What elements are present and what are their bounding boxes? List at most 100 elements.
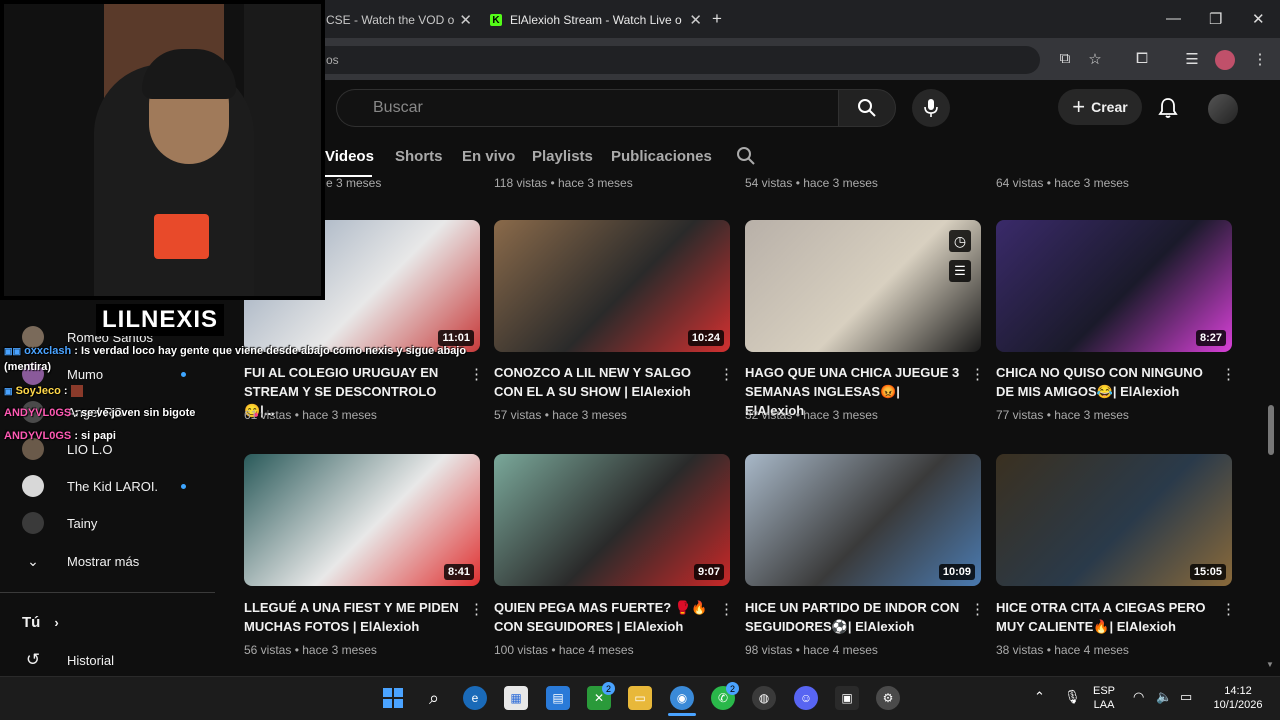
add-to-queue-icon[interactable]: ☰ [949,260,971,282]
more-options-icon[interactable]: ⋮ [469,600,484,618]
video-thumbnail[interactable]: 9:07 [494,454,730,586]
search-button[interactable] [838,89,896,127]
history-button[interactable]: ↺ Historial [22,645,114,675]
discord-icon[interactable]: ☺ [794,686,818,710]
close-icon[interactable]: ✕ [459,11,472,29]
video-thumbnail[interactable]: 15:05 [996,454,1232,586]
sidebar-channel-tainy[interactable]: Tainy [22,508,97,538]
tab-videos[interactable]: Videos [325,148,374,165]
more-options-icon[interactable]: ⋮ [970,600,985,618]
settings-icon[interactable]: ⚙ [876,686,900,710]
video-title[interactable]: QUIEN PEGA MAS FUERTE? 🥊🔥 CON SEGUIDORES… [494,598,710,636]
chat-username: ANDYVL0GS [4,407,72,419]
clock[interactable]: 14:12 10/1/2026 [1208,684,1268,712]
video-thumbnail[interactable]: ◷ ☰ [745,220,981,352]
badge-icon: ▣ [4,386,13,396]
profile-avatar[interactable] [1215,50,1235,70]
battery-icon[interactable]: ▭ [1180,690,1192,704]
notes-icon[interactable]: ▤ [546,686,570,710]
chat-text: : Is verdad loco hay gente que viene des… [4,345,467,373]
video-meta: 61 vistas • hace 3 meses [244,408,377,422]
new-tab-button[interactable]: + [712,9,722,29]
more-options-icon[interactable]: ⋮ [1221,365,1236,383]
duration-badge: 8:27 [1195,330,1226,346]
voice-search-button[interactable] [912,89,950,127]
mic-tray-icon[interactable]: 🎙 [1064,690,1081,704]
chat-username: oxxclash [24,345,72,357]
show-more-label: Mostrar más [67,553,140,569]
install-app-icon[interactable]: ⧉ [1055,50,1075,70]
layout-text: LAA [1093,699,1115,711]
star-icon[interactable]: ☆ [1085,50,1105,70]
notifications-bell-icon[interactable] [1156,96,1180,125]
chat-message: ANDYVL0GS : se ve joven sin bigote [4,405,195,421]
chrome-icon[interactable]: ◉ [670,686,694,710]
more-options-icon[interactable]: ⋮ [719,600,734,618]
duration-badge: 9:07 [693,564,724,580]
video-thumbnail[interactable]: 10:09 [745,454,981,586]
more-options-icon[interactable]: ⋮ [719,365,734,383]
video-thumbnail[interactable]: 10:24 [494,220,730,352]
more-options-icon[interactable]: ⋮ [970,365,985,383]
wifi-icon[interactable]: ◠ [1133,690,1144,704]
tab-cse-vod[interactable]: CSE - Watch the VOD o ✕ [326,6,472,34]
close-icon[interactable]: ✕ [689,11,702,29]
chat-username: SoyJeco [15,385,61,397]
channel-search-icon[interactable] [736,146,756,171]
menu-icon[interactable]: ⋮ [1250,50,1270,70]
language-indicator[interactable]: ESP LAA [1093,684,1115,712]
app-icon[interactable]: ◍ [752,686,776,710]
tab-publicaciones[interactable]: Publicaciones [611,148,712,165]
tray-chevron-up-icon[interactable]: ⌃ [1034,690,1045,704]
create-button[interactable]: + Crear [1058,89,1142,125]
video-title[interactable]: HICE OTRA CITA A CIEGAS PERO MUY CALIENT… [996,598,1212,636]
video-thumbnail[interactable]: 8:27 [996,220,1232,352]
kick-logo-icon: K [490,14,502,26]
media-control-icon[interactable]: ☰ [1182,50,1202,70]
channel-name: Tainy [67,515,98,531]
tab-elalexioh-stream[interactable]: K ElAlexioh Stream - Watch Live o ✕ [490,6,702,34]
page-scrollbar[interactable] [1268,405,1274,455]
edge-icon[interactable]: e [463,686,487,710]
webcam-feed [0,0,325,300]
tab-playlists[interactable]: Playlists [532,148,593,165]
scroll-down-arrow-icon[interactable]: ▼ [1266,660,1274,669]
video-title[interactable]: LLEGUÉ A UNA FIEST Y ME PIDEN MUCHAS FOT… [244,598,460,636]
video-thumbnail[interactable]: 8:41 [244,454,480,586]
search-box[interactable] [336,89,838,127]
chevron-down-icon: ⌄ [27,552,39,569]
watch-later-icon[interactable]: ◷ [949,230,971,252]
video-title[interactable]: HICE UN PARTIDO DE INDOR CON SEGUIDORES⚽… [745,598,961,636]
account-avatar[interactable] [1208,94,1238,124]
url-input[interactable]: os [300,46,1040,74]
file-explorer-icon[interactable]: ▭ [628,686,652,710]
extensions-icon[interactable]: ⧠ [1132,50,1152,70]
video-title[interactable]: CHICA NO QUISO CON NINGUNO DE MIS AMIGOS… [996,363,1212,401]
tab-en-vivo[interactable]: En vivo [462,148,515,165]
windows-start-icon[interactable] [381,686,405,710]
video-title[interactable]: CONOZCO A LIL NEW Y SALGO CON EL A SU SH… [494,363,710,401]
chevron-right-icon: › [54,614,59,630]
store-icon[interactable]: ▦ [504,686,528,710]
url-text: os [326,53,339,67]
duration-badge: 10:09 [938,564,975,580]
taskbar-search-icon[interactable]: ⌕ [422,686,446,710]
maximize-icon[interactable]: ❐ [1209,10,1222,28]
video-meta: 57 vistas • hace 3 meses [494,408,627,422]
channel-avatar [22,512,44,534]
close-window-icon[interactable]: ✕ [1252,10,1265,28]
minimize-icon[interactable]: — [1166,10,1181,27]
show-more-button[interactable]: ⌄ Mostrar más [22,546,139,576]
game-icon[interactable]: ▣ [835,686,859,710]
sidebar-channel-the-kid-laroi[interactable]: The Kid LAROI. [22,471,158,501]
more-options-icon[interactable]: ⋮ [1221,600,1236,618]
video-meta: 38 vistas • hace 4 meses [996,643,1129,657]
volume-icon[interactable]: 🔈 [1156,690,1172,704]
duration-badge: 10:24 [687,330,724,346]
live-indicator [181,484,186,489]
you-section-button[interactable]: Tú › [22,607,59,637]
tab-shorts[interactable]: Shorts [395,148,443,165]
chat-username: ANDYVL0GS [4,430,72,442]
notification-badge: 2 [602,682,615,695]
search-input[interactable] [337,90,838,126]
